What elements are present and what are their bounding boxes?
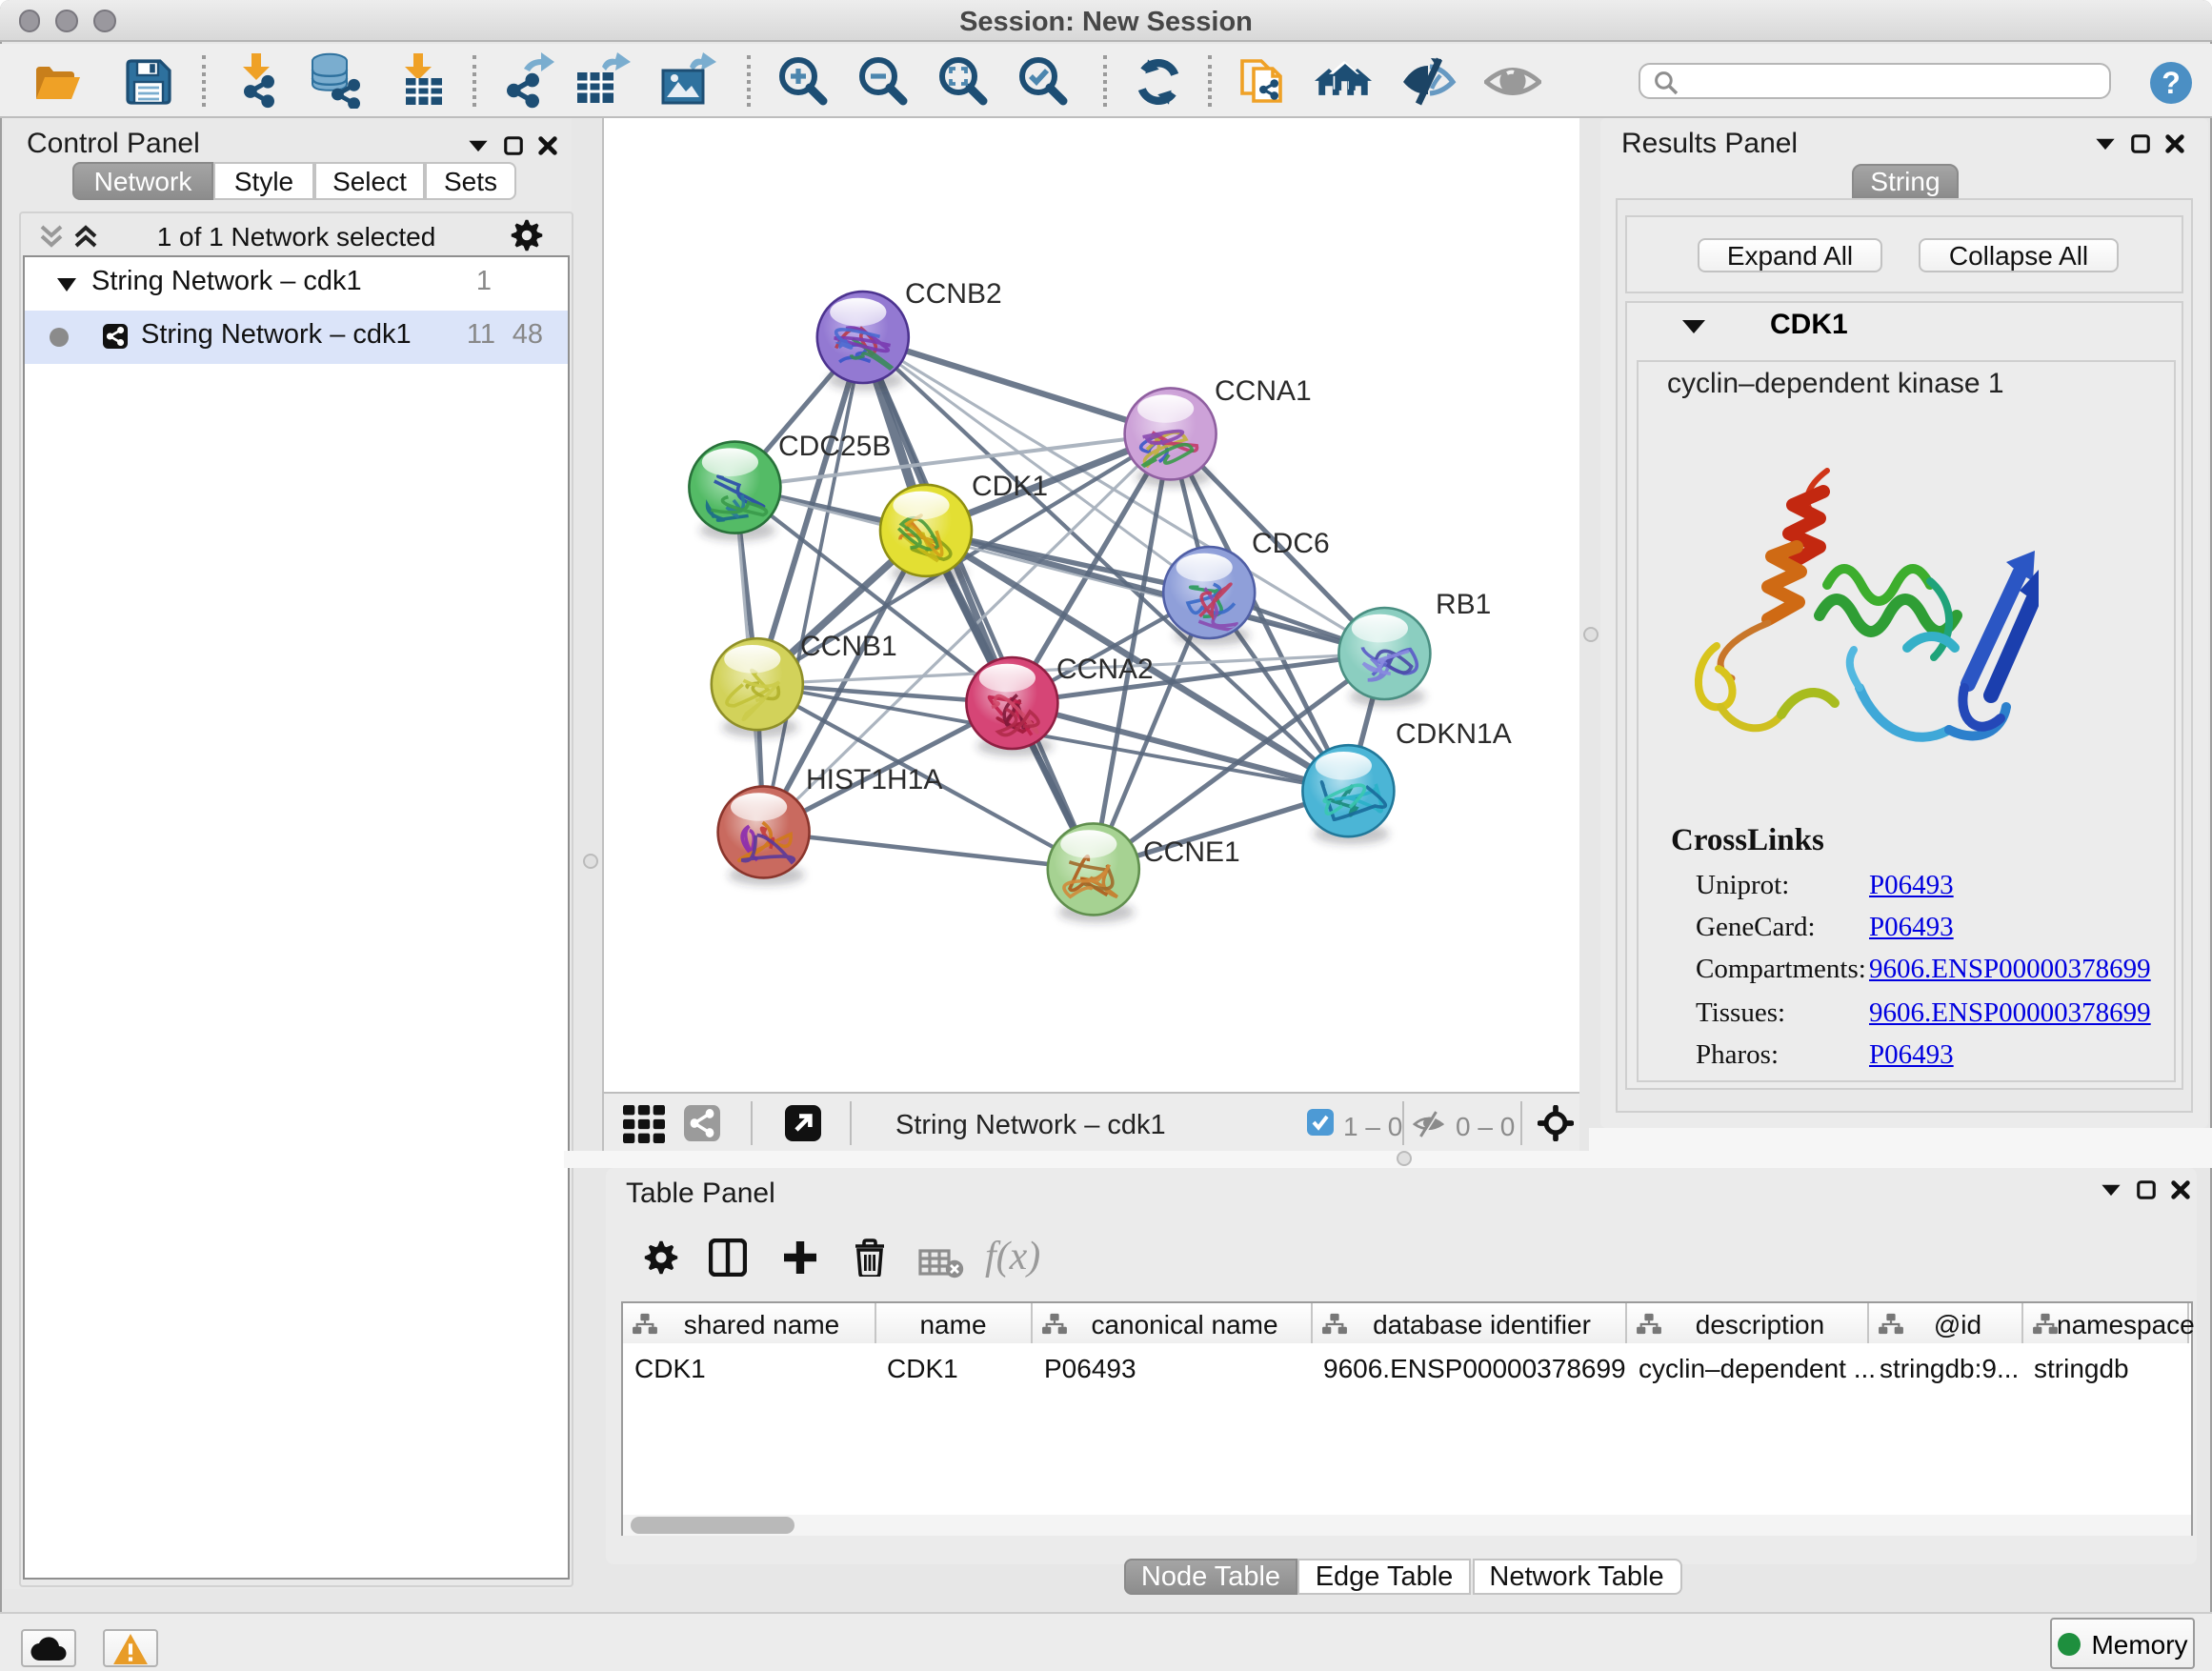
svg-text:?: ? [2162, 65, 2181, 99]
